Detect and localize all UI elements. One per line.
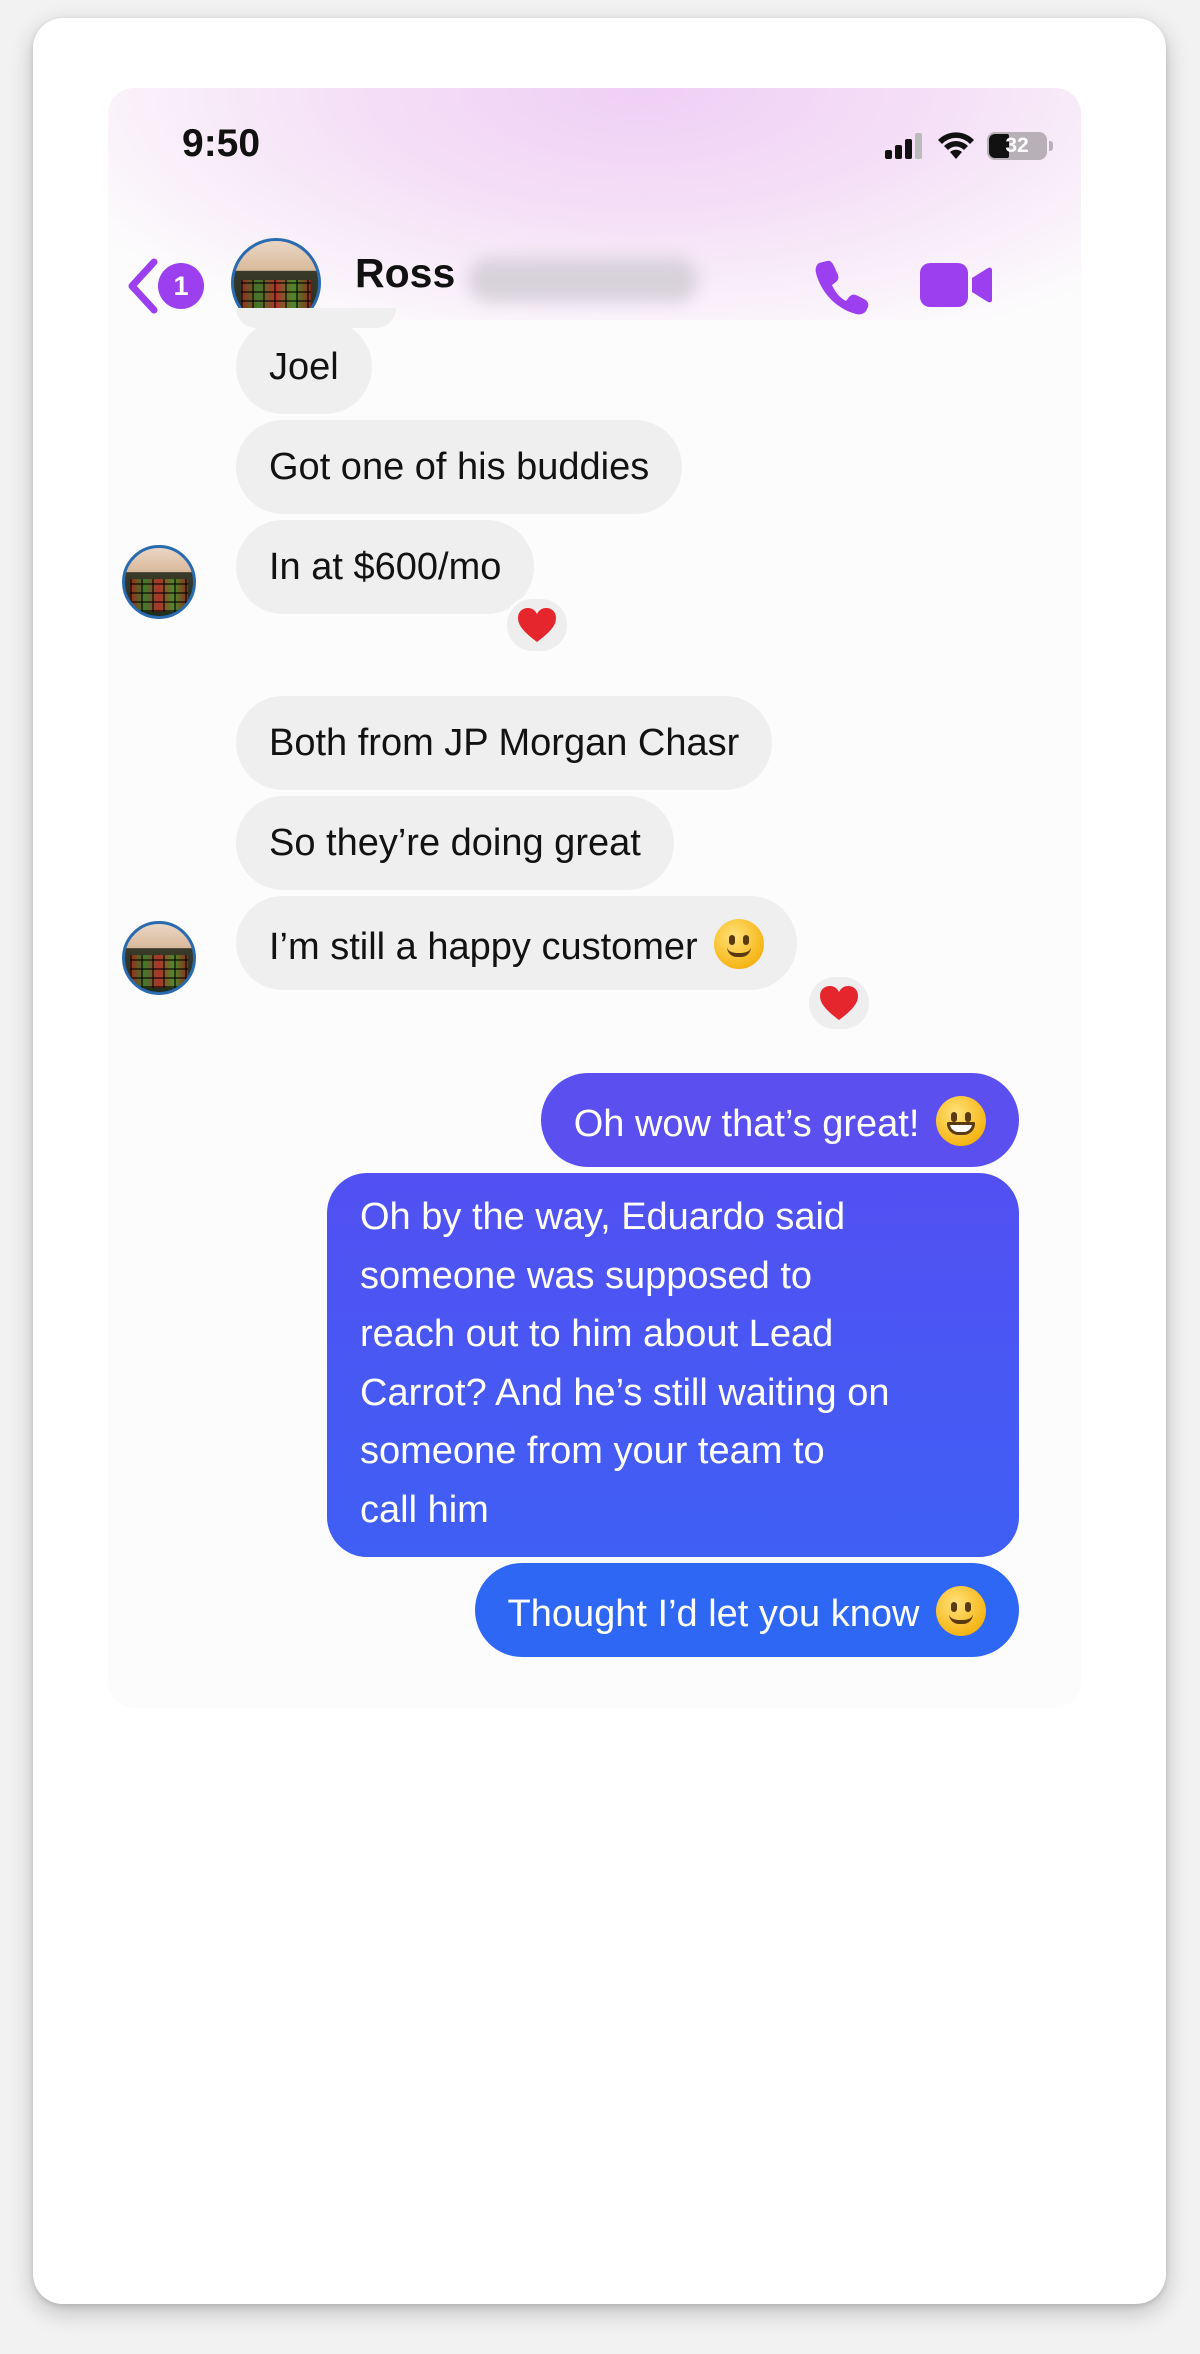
redacted-last-name xyxy=(468,258,698,302)
screenshot-card: 9:50 32 1 Ross Joel Got one of his buddi… xyxy=(33,18,1166,2304)
sender-avatar[interactable] xyxy=(122,545,196,619)
message-bubble-incoming[interactable]: Both from JP Morgan Chasr xyxy=(236,696,773,790)
slightly-smiling-face-icon xyxy=(714,919,765,969)
battery-icon: 32 xyxy=(987,132,1053,160)
back-button[interactable]: 1 xyxy=(126,258,204,314)
sender-avatar[interactable] xyxy=(122,921,196,995)
header-bar: 9:50 32 1 Ross xyxy=(108,88,1081,328)
message-bubble-incoming[interactable]: Joel xyxy=(236,320,372,414)
message-line: someone was supposed to xyxy=(360,1254,813,1297)
phone-screen: 9:50 32 1 Ross Joel Got one of his buddi… xyxy=(108,88,1081,1708)
battery-level: 32 xyxy=(1005,134,1029,157)
chevron-left-icon xyxy=(128,258,158,314)
message-text: Both from JP Morgan Chasr xyxy=(269,722,740,764)
wifi-icon xyxy=(938,132,974,159)
heart-icon xyxy=(820,986,858,1020)
grinning-face-icon xyxy=(936,1096,986,1146)
video-camera-icon xyxy=(920,263,992,307)
message-text: Joel xyxy=(269,346,339,388)
phone-icon xyxy=(815,260,869,315)
message-text: Oh wow that’s great! xyxy=(573,1103,920,1145)
heart-icon xyxy=(518,608,556,642)
video-call-button[interactable] xyxy=(920,260,992,315)
message-text: Got one of his buddies xyxy=(269,446,650,488)
contact-name[interactable]: Ross xyxy=(355,250,455,297)
status-icons: 32 xyxy=(885,132,1053,160)
audio-call-button[interactable] xyxy=(813,258,871,321)
message-bubble-incoming[interactable]: I’m still a happy customer xyxy=(236,896,798,990)
message-line: someone from your team to xyxy=(360,1430,825,1472)
message-text: In at $600/mo xyxy=(269,546,502,588)
message-bubble-outgoing[interactable]: Oh wow that’s great! xyxy=(540,1073,1019,1167)
message-bubble-incoming[interactable]: Got one of his buddies xyxy=(236,420,683,514)
heart-reaction[interactable] xyxy=(806,974,872,1032)
conversation-nav: 1 Ross xyxy=(108,238,1081,328)
message-line: Oh by the way, Eduardo said xyxy=(360,1196,846,1238)
heart-reaction[interactable] xyxy=(504,596,570,654)
message-line: Carrot? And he’s still waiting on xyxy=(360,1371,890,1414)
slightly-smiling-face-icon xyxy=(936,1586,986,1636)
message-text: So they’re doing great xyxy=(269,822,641,864)
message-line: call him xyxy=(360,1488,489,1531)
message-bubble-outgoing[interactable]: Oh by the way, Eduardo said someone was … xyxy=(327,1173,1019,1557)
message-bubble-incoming[interactable]: In at $600/mo xyxy=(236,520,535,614)
status-time: 9:50 xyxy=(182,122,261,165)
message-line: reach out to him about Lead xyxy=(360,1313,834,1355)
signal-icon xyxy=(885,133,922,159)
message-bubble-incoming[interactable]: So they’re doing great xyxy=(236,796,674,890)
message-text: Thought I’d let you know xyxy=(507,1593,920,1635)
message-text: I’m still a happy customer xyxy=(269,926,698,968)
message-bubble-outgoing[interactable]: Thought I’d let you know xyxy=(474,1563,1019,1657)
unread-count-badge: 1 xyxy=(158,263,204,309)
